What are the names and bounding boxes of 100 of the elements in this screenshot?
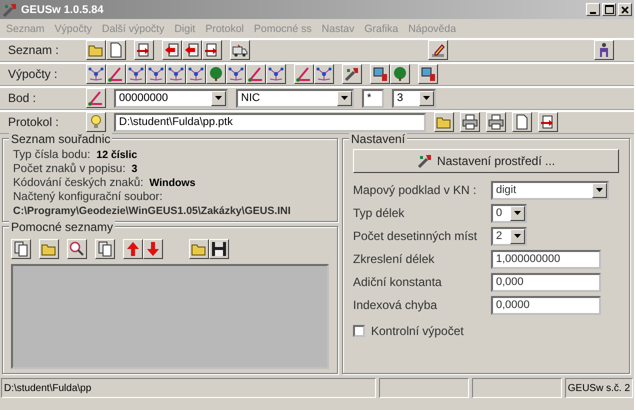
toolbar-button[interactable]	[428, 40, 448, 60]
tools-icon	[2, 2, 18, 18]
input-field[interactable]: 0,000	[491, 272, 601, 292]
toolbar-button[interactable]	[202, 40, 222, 60]
toolbar-button[interactable]	[134, 40, 154, 60]
row-label: Protokol :	[7, 115, 60, 129]
toolbar-button[interactable]	[86, 64, 106, 84]
row-label: Seznam :	[7, 43, 60, 57]
toolbar-button[interactable]	[166, 64, 186, 84]
toolbar-button[interactable]	[95, 239, 115, 259]
toolbar-button[interactable]	[314, 64, 334, 84]
toolbar-button[interactable]	[126, 64, 146, 84]
toolbar-button[interactable]	[143, 239, 163, 259]
toolbar-button[interactable]	[123, 239, 143, 259]
truck-icon	[232, 42, 248, 58]
toolbar-button[interactable]	[11, 239, 31, 259]
toolbar-button[interactable]	[434, 112, 454, 132]
status-path: D:\student\Fulda\pp	[1, 378, 376, 398]
protocol-path-field[interactable]: D:\student\Fulda\pp.ptk	[114, 112, 426, 132]
field-label: Indexová chyba	[353, 298, 438, 312]
group-title: Seznam souřadnic	[9, 132, 112, 146]
environment-settings-button[interactable]: Nastavení prostředí ...	[353, 149, 619, 173]
toolbar-button[interactable]	[146, 64, 166, 84]
network-icon	[268, 66, 284, 82]
toolbar-button[interactable]	[162, 40, 182, 60]
info-label: Kódování českých znaků:	[13, 177, 144, 189]
info-label: Načtený konfigurační soubor:	[13, 191, 164, 203]
magnifier-icon	[69, 241, 85, 257]
dropdown[interactable]: digit	[491, 180, 609, 200]
input-field[interactable]: 0,0000	[491, 296, 601, 314]
toolbar-button[interactable]	[370, 64, 390, 84]
caret-icon	[596, 188, 603, 192]
angle-icon	[88, 90, 104, 106]
network-icon	[228, 66, 244, 82]
row-label: Výpočty :	[7, 67, 58, 81]
field-label: Adiční konstanta	[353, 275, 443, 289]
toolbar-button[interactable]	[486, 112, 506, 132]
caret-icon	[215, 96, 222, 100]
toolbar-button[interactable]	[226, 64, 246, 84]
minimize-button[interactable]	[586, 3, 600, 16]
field-label: Počet desetinných míst	[353, 229, 478, 243]
printer-icon	[488, 114, 504, 130]
toolbar-button[interactable]	[418, 64, 438, 84]
dropdown[interactable]: 0	[491, 204, 527, 222]
toolbar-button[interactable]	[209, 239, 229, 259]
toolbar-button[interactable]	[86, 112, 106, 132]
tools-icon	[344, 66, 360, 82]
toolbar-button[interactable]	[266, 64, 286, 84]
field-label: Zkreslení délek	[353, 252, 436, 266]
tree-icon	[208, 66, 224, 82]
dropdown[interactable]: 2	[491, 226, 527, 246]
toolbar-button[interactable]	[189, 239, 209, 259]
toolbar-button[interactable]	[294, 64, 314, 84]
toolbar-button[interactable]	[39, 239, 59, 259]
status-info: GEUSw s.č. 2	[564, 378, 634, 398]
info-value: 12 číslic	[96, 149, 138, 161]
toolbar-button[interactable]	[182, 40, 202, 60]
angle-icon	[248, 66, 264, 82]
toolbar-button[interactable]	[206, 64, 226, 84]
document-arrow-icon	[184, 42, 200, 58]
close-button[interactable]	[618, 3, 632, 16]
checkbox[interactable]	[353, 325, 365, 337]
angle-icon	[296, 66, 312, 82]
toolbar-button[interactable]	[342, 64, 362, 84]
maximize-button[interactable]	[602, 3, 616, 16]
toolbar-button[interactable]	[186, 64, 206, 84]
monitor-icon	[372, 66, 388, 82]
down-arrow-icon	[145, 241, 161, 257]
toolbar-button[interactable]	[460, 112, 480, 132]
toolbar-button[interactable]	[86, 40, 106, 60]
info-label: Typ čísla bodu:	[13, 149, 90, 161]
mask-field[interactable]: *	[362, 88, 384, 108]
point-number-combo[interactable]: 00000000	[114, 88, 228, 108]
toolbar-button[interactable]	[230, 40, 250, 60]
toolbar-button[interactable]	[86, 88, 106, 108]
network-icon	[168, 66, 184, 82]
toolbar-button[interactable]	[246, 64, 266, 84]
toolbar-button[interactable]	[390, 64, 410, 84]
tree-icon	[392, 66, 408, 82]
caret-icon	[514, 234, 521, 238]
angle-icon	[108, 66, 124, 82]
light-bulb-icon	[88, 114, 104, 130]
network-icon	[316, 66, 332, 82]
window-title: GEUSw 1.0.5.84	[21, 4, 105, 16]
network-icon	[148, 66, 164, 82]
toolbar-button[interactable]	[106, 64, 126, 84]
toolbar-button[interactable]	[512, 112, 532, 132]
toolbar-button[interactable]	[67, 239, 87, 259]
count-combo[interactable]: 3	[392, 88, 436, 108]
field-label: Mapový podklad v KN :	[353, 183, 478, 197]
group-title: Nastavení	[349, 132, 408, 146]
document-icon	[514, 114, 530, 130]
checkbox-label: Kontrolní výpočet	[371, 324, 464, 338]
toolbar-button[interactable]	[106, 40, 126, 60]
input-field[interactable]: 1,000000000	[491, 250, 601, 268]
code-combo[interactable]: NIC	[236, 88, 354, 108]
helper-list[interactable]	[11, 264, 329, 369]
toolbar-button[interactable]	[538, 112, 558, 132]
up-arrow-icon	[125, 241, 141, 257]
toolbar-button[interactable]	[594, 40, 614, 60]
